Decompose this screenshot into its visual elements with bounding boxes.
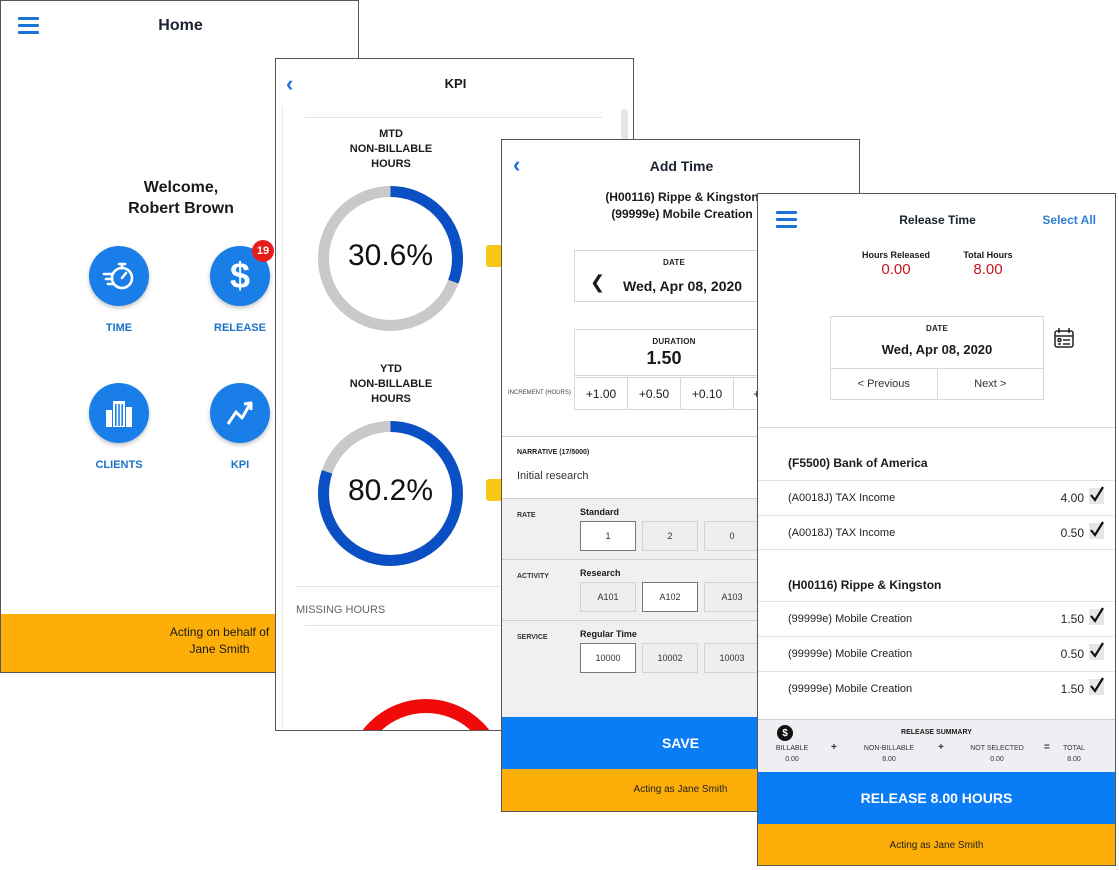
building-icon [89, 383, 149, 443]
client-group-header: (H00116) Rippe & Kingston [788, 578, 942, 592]
release-time-screen: Release Time Select All Hours Released 0… [757, 193, 1116, 866]
trend-up-icon [210, 383, 270, 443]
stat-value: 0.00 [881, 261, 911, 278]
stat-label: Hours Released [861, 250, 931, 260]
checkmark-icon[interactable] [1089, 521, 1104, 539]
plus-sign: + [831, 742, 837, 753]
tile-label: CLIENTS [95, 459, 143, 471]
select-all-button[interactable]: Select All [1042, 213, 1096, 227]
time-entry-row[interactable]: (A0018J) TAX Income 0.50 [758, 515, 1115, 550]
checkmark-icon[interactable] [1089, 642, 1104, 660]
narrative-input[interactable]: Initial research [517, 470, 589, 482]
date-picker: DATE Wed, Apr 08, 2020 < Previous Next > [830, 316, 1044, 400]
next-date-button[interactable]: Next > [938, 369, 1044, 399]
increment-button[interactable]: +1.00 [574, 377, 628, 410]
divider [305, 625, 505, 626]
duration-caption: DURATION [652, 337, 696, 346]
increment-button[interactable]: +0.50 [627, 377, 681, 410]
user-name: Robert Brown [128, 200, 234, 217]
activity-label: ACTIVITY [517, 573, 549, 580]
duration-field[interactable]: DURATION 1.50 [574, 329, 774, 376]
summary-non-billable: NON-BILLABLE 8.00 [863, 745, 915, 763]
notification-badge: 19 [252, 240, 274, 262]
summary-billable: BILLABLE 0.00 [775, 745, 809, 763]
time-entry-row[interactable]: (99999e) Mobile Creation 0.50 [758, 636, 1115, 671]
activity-option[interactable]: A103 [704, 582, 760, 612]
welcome-line: Welcome, [143, 179, 219, 196]
tile-label: RELEASE [214, 322, 266, 334]
tile-label: KPI [230, 459, 250, 471]
tile-time[interactable]: TIME [74, 246, 164, 334]
time-entry-row[interactable]: (99999e) Mobile Creation 1.50 [758, 601, 1115, 636]
divider [295, 586, 505, 587]
increment-label: INCREMENT (HOURS) [508, 390, 571, 396]
activity-option[interactable]: A101 [580, 582, 636, 612]
service-option[interactable]: 10003 [704, 643, 760, 673]
divider [305, 117, 602, 118]
hours-released-stat: Hours Released 0.00 [856, 250, 936, 278]
tile-release[interactable]: $ 19 RELEASE [195, 240, 285, 334]
rate-option[interactable]: 1 [580, 521, 636, 551]
client-group-header: (F5500) Bank of America [788, 456, 928, 470]
service-option[interactable]: 10002 [642, 643, 698, 673]
ytd-label: YTD NON-BILLABLE HOURS [349, 363, 433, 405]
date-caption: DATE [926, 324, 948, 333]
page-title: KPI [444, 76, 467, 91]
previous-date-button[interactable]: < Previous [831, 369, 938, 399]
tile-clients[interactable]: CLIENTS [74, 383, 164, 471]
date-caption: DATE [663, 258, 685, 267]
welcome-message: Welcome, Robert Brown [91, 177, 271, 219]
summary-total: TOTAL 8.00 [1063, 745, 1085, 763]
mtd-label: MTD NON-BILLABLE HOURS [349, 128, 433, 170]
service-label: SERVICE [517, 634, 548, 641]
plus-sign: + [938, 742, 944, 753]
summary-not-selected: NOT SELECTED 0.00 [970, 745, 1024, 763]
stat-label: Total Hours [963, 250, 1013, 260]
activity-name: Research [580, 568, 621, 578]
rate-name: Standard [580, 507, 620, 517]
equals-sign: = [1044, 742, 1050, 753]
duration-value: 1.50 [646, 348, 682, 368]
divider [758, 427, 1115, 428]
summary-caption: RELEASE SUMMARY [901, 729, 972, 736]
release-summary: $ RELEASE SUMMARY BILLABLE 0.00 + NON-BIL… [758, 719, 1115, 772]
time-entry-row[interactable]: (A0018J) TAX Income 4.00 [758, 480, 1115, 515]
time-entry-row[interactable]: (99999e) Mobile Creation 1.50 [758, 671, 1115, 706]
tile-label: TIME [105, 322, 133, 334]
ytd-percent: 80.2% [347, 474, 434, 507]
narrative-caption: NARRATIVE (17/5000) [517, 449, 590, 456]
date-value: Wed, Apr 08, 2020 [881, 342, 993, 357]
checkmark-icon[interactable] [1089, 607, 1104, 625]
release-hours-button[interactable]: RELEASE 8.00 HOURS [758, 772, 1115, 824]
rate-option[interactable]: 0 [704, 521, 760, 551]
stat-value: 8.00 [973, 261, 1003, 278]
missing-hours-label: MISSING HOURS [296, 604, 386, 616]
date-value: Wed, Apr 08, 2020 [623, 278, 743, 294]
page-title: Add Time [649, 158, 714, 174]
tile-kpi[interactable]: KPI [195, 383, 285, 471]
checkmark-icon[interactable] [1089, 677, 1104, 695]
rate-option[interactable]: 2 [642, 521, 698, 551]
stopwatch-icon [89, 246, 149, 306]
date-picker[interactable]: DATE ❮ Wed, Apr 08, 2020 [574, 250, 774, 302]
dollar-icon: $ 19 [210, 240, 274, 306]
mtd-percent: 30.6% [347, 239, 434, 272]
calendar-icon[interactable] [1053, 327, 1075, 349]
total-hours-stat: Total Hours 8.00 [953, 250, 1023, 278]
rate-label: RATE [517, 512, 536, 519]
previous-date-icon[interactable]: ❮ [590, 272, 605, 293]
checkmark-icon[interactable] [1089, 486, 1104, 504]
service-option[interactable]: 10000 [580, 643, 636, 673]
service-name: Regular Time [580, 629, 637, 639]
activity-option[interactable]: A102 [642, 582, 698, 612]
acting-as-banner: Acting as Jane Smith [758, 824, 1115, 865]
increment-button[interactable]: +0.10 [680, 377, 734, 410]
page-title: Home [158, 17, 203, 34]
